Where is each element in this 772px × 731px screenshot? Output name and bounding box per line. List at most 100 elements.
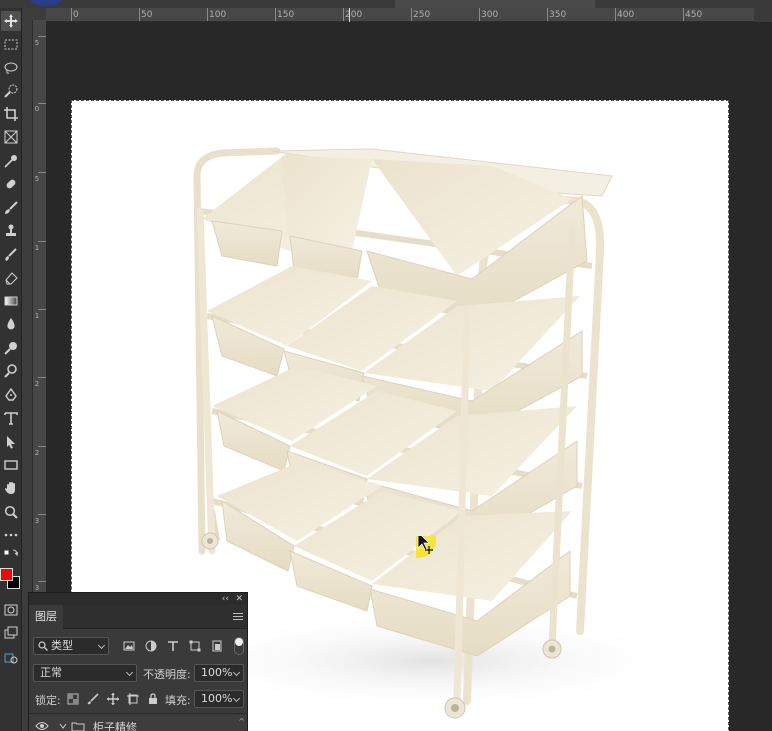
chevron-down-icon [232,668,241,677]
blend-mode-select[interactable]: 正常 [33,664,137,682]
pen-tool-icon[interactable] [1,385,21,405]
fill-label: 填充: [165,694,191,707]
zoom-tool-icon[interactable] [1,502,21,522]
hruler-label: 150 [277,10,295,20]
foreground-color-swatch[interactable] [0,568,13,581]
image-filter-icon[interactable] [123,640,135,652]
vruler-label: 3 [34,517,40,525]
lock-all-icon[interactable] [147,693,159,705]
vruler-tick [38,103,46,104]
frame-tool-icon[interactable] [1,127,21,147]
hruler-label: 250 [413,10,431,20]
smart-object-filter-icon[interactable] [211,640,223,652]
hruler-tick [411,8,412,21]
filter-toggle[interactable] [234,637,244,655]
type-tool-icon[interactable] [1,408,21,428]
lock-transparency-icon[interactable] [67,693,79,705]
history-brush-icon[interactable] [1,245,21,265]
panel-tabs: 图层 [29,605,247,629]
close-panel-icon[interactable]: ✕ [235,593,243,605]
dodge-tool-icon[interactable] [1,338,21,358]
eraser-tool-icon[interactable] [1,268,21,288]
rectangle-tool-icon[interactable] [1,455,21,475]
vruler-label: 1 [34,312,40,320]
filter-kind-label: 类型 [51,639,73,652]
type-filter-icon[interactable] [167,640,179,652]
hruler-label: 200 [345,10,363,20]
swap-colors-icon[interactable] [1,548,21,562]
more-tools-icon[interactable] [1,525,21,545]
shape-filter-icon[interactable] [189,640,201,652]
chevron-down-icon[interactable] [59,722,67,730]
blur-tool-icon[interactable] [1,314,21,334]
scrollbar-up-arrow[interactable]: ^ [238,717,245,726]
lasso-tool-icon[interactable] [1,58,21,78]
vruler-label: 5 [34,175,40,183]
chevron-down-icon [125,668,134,677]
hruler-label: 0 [73,10,79,20]
artboard-icon[interactable] [1,648,21,668]
vruler-tick [38,446,46,447]
vruler-label: 5 [34,39,40,47]
search-icon [38,641,48,651]
vruler-label: 2 [34,449,40,457]
layer-row[interactable]: 柜子精修 [29,715,247,731]
app-logo [30,0,62,6]
lock-pixels-icon[interactable] [87,693,99,705]
horizontal-ruler: 0 50 100 150 200 250 300 350 400 450 [46,8,772,22]
hruler-tick [615,8,616,21]
vruler-tick [38,377,46,378]
vruler-tick [38,241,46,242]
hruler-label: 300 [481,10,499,20]
adjustment-filter-icon[interactable] [145,640,157,652]
quick-mask-icon[interactable] [1,600,21,620]
vruler-tick [38,309,46,310]
clone-stamp-icon[interactable] [1,221,21,241]
hruler-label: 400 [617,10,635,20]
lock-label: 锁定: [35,694,61,707]
vruler-label: 1 [34,244,40,252]
crop-tool-icon[interactable] [1,104,21,124]
opacity-input[interactable]: 100% [194,664,244,682]
visibility-eye-icon[interactable] [35,721,49,731]
healing-brush-icon[interactable] [1,174,21,194]
opacity-label: 不透明度: [143,668,191,681]
quick-select-tool-icon[interactable] [1,81,21,101]
marquee-tool-icon[interactable] [1,34,21,54]
hruler-tick [547,8,548,21]
brush-tool-icon[interactable] [1,198,21,218]
vruler-label: 2 [34,380,40,388]
move-tool-icon[interactable] [1,11,21,31]
lock-artboard-icon[interactable] [127,693,139,705]
panel-title-bar: ‹‹ ✕ [29,593,247,605]
layer-filter-select[interactable]: 类型 [33,637,109,655]
hand-tool-icon[interactable] [1,478,21,498]
hruler-label: 100 [209,10,227,20]
lock-position-icon[interactable] [107,693,119,705]
layers-panel: ‹‹ ✕ 图层 类型 正常 不透明度: 100% 锁定: 填充: 100% 柜子… [28,592,248,731]
chevron-down-icon [97,641,106,650]
hruler-tick [343,8,344,21]
hruler-tick [275,8,276,21]
sponge-tool-icon[interactable] [1,361,21,381]
folder-icon [71,722,85,731]
tab-layers[interactable]: 图层 [29,605,63,629]
fill-input[interactable]: 100% [194,690,244,708]
vruler-tick [38,36,46,37]
eyedropper-tool-icon[interactable] [1,151,21,171]
collapse-panel-icon[interactable]: ‹‹ [222,593,229,605]
panel-menu-icon[interactable] [233,613,243,622]
hruler-label: 50 [141,10,153,20]
panel-divider [29,713,247,714]
ruler-end-block [754,8,772,22]
top-strip [0,0,772,8]
toolbar [0,8,22,731]
document-tab-fragment[interactable] [395,0,595,8]
hruler-tick [71,8,72,21]
gradient-tool-icon[interactable] [1,291,21,311]
vruler-tick [38,172,46,173]
chevron-down-icon [232,694,241,703]
screen-mode-icon[interactable] [1,623,21,643]
path-selection-icon[interactable] [1,432,21,452]
blend-mode-value: 正常 [40,666,62,679]
